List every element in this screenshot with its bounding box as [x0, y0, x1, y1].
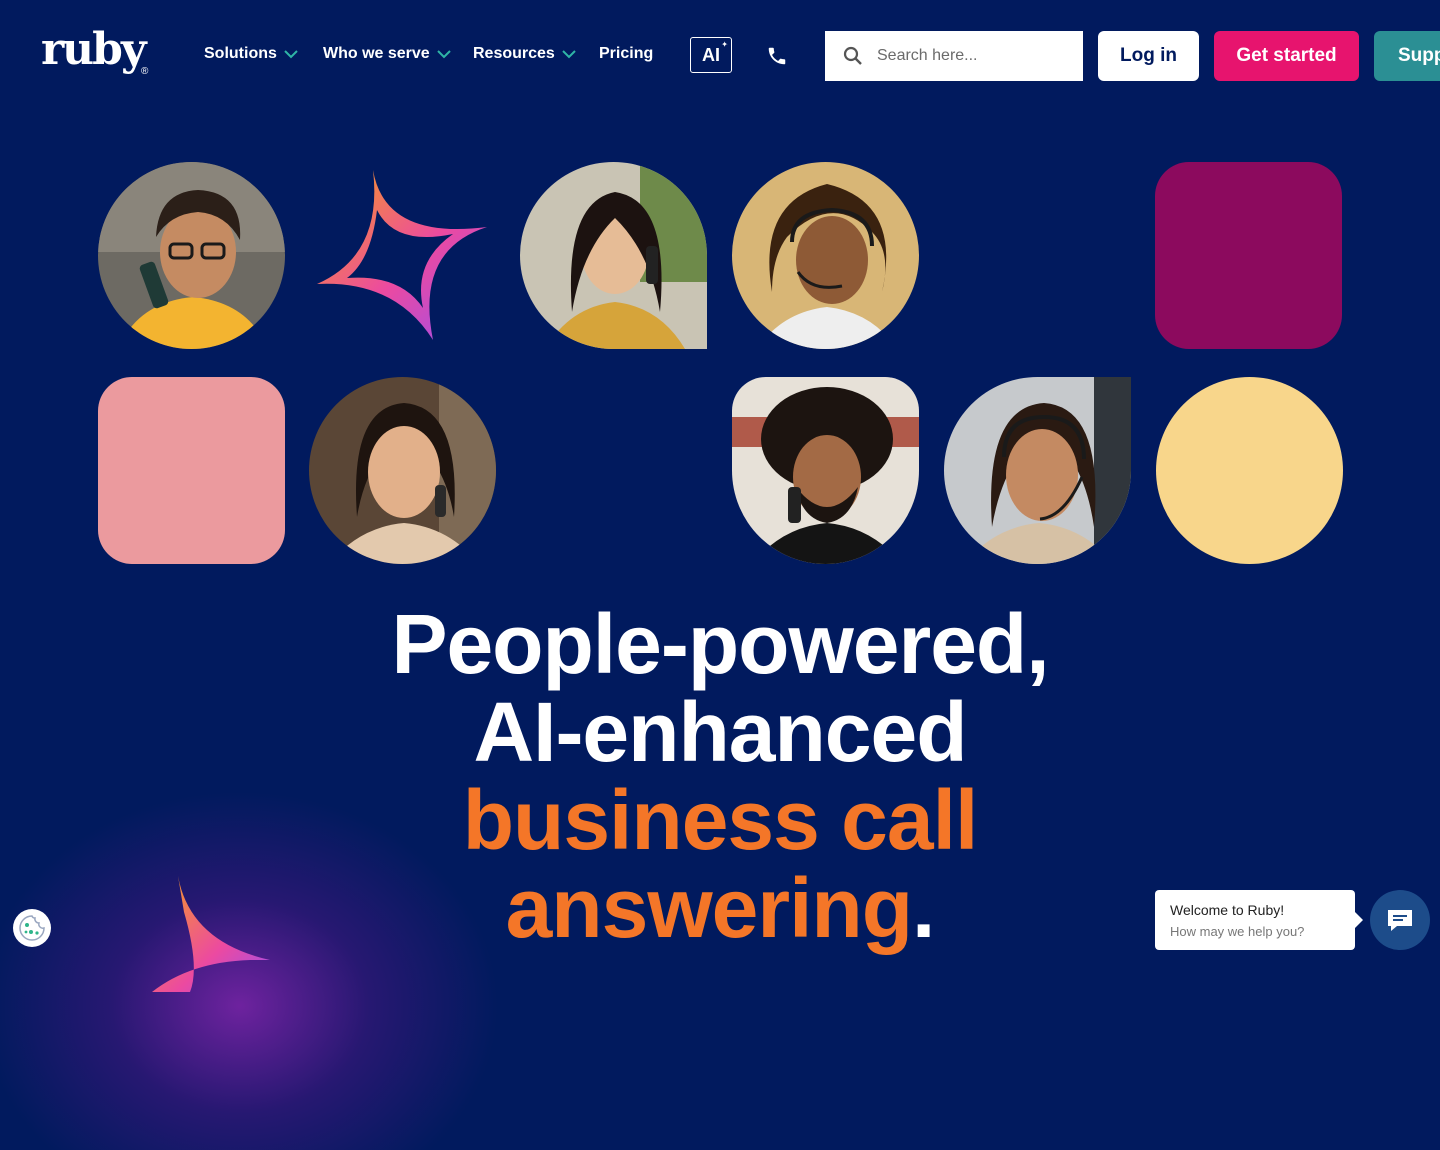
photo-man-curly-hair-phone [732, 377, 919, 564]
nav-pricing[interactable]: Pricing [599, 45, 653, 63]
photo-woman-phone [309, 377, 496, 564]
decorative-circle-yellow [1156, 377, 1343, 564]
support-button[interactable]: Supp [1374, 31, 1440, 81]
portrait-image [944, 377, 1131, 564]
chevron-down-icon [436, 50, 451, 59]
chat-welcome-bubble[interactable]: Welcome to Ruby! How may we help you? [1155, 890, 1363, 950]
cookie-settings-button[interactable] [13, 909, 51, 947]
headline-line-2: AI-enhanced [473, 685, 967, 779]
login-button[interactable]: Log in [1098, 31, 1199, 81]
headline-period: . [912, 861, 935, 955]
search-input[interactable] [875, 46, 1069, 66]
photo-woman-phone-smiling [520, 162, 707, 349]
nav-pricing-label: Pricing [599, 45, 654, 62]
chevron-down-icon [562, 50, 576, 59]
nav-who-we-serve[interactable]: Who we serve [323, 45, 452, 63]
photo-woman-glasses-phone [98, 162, 285, 349]
headline-line-3: business call [462, 773, 979, 867]
site-header: ruby ® Solutions Who we serve Resources … [0, 0, 1440, 112]
nav-resources[interactable]: Resources [473, 45, 577, 63]
decorative-block-pink [98, 377, 285, 564]
portrait-image [732, 162, 919, 349]
headline-line-1: People-powered, [391, 597, 1049, 691]
portrait-image [520, 162, 707, 349]
chat-title: Welcome to Ruby! [1170, 902, 1285, 918]
search-icon [843, 46, 862, 65]
phone-icon[interactable] [766, 45, 788, 67]
registered-mark: ® [141, 66, 149, 77]
nav-solutions[interactable]: Solutions [204, 45, 299, 63]
sparkle-icon: ✦ [721, 40, 728, 49]
ai-button[interactable]: AI ✦ [690, 37, 732, 73]
chat-icon [1388, 910, 1412, 931]
search-box[interactable] [825, 31, 1083, 81]
get-started-button[interactable]: Get started [1214, 31, 1359, 81]
nav-resources-label: Resources [473, 45, 555, 62]
portrait-image [309, 377, 496, 564]
headline-line-4: answering [505, 861, 913, 955]
ai-label: AI [702, 44, 720, 65]
decorative-block-magenta [1155, 162, 1342, 349]
photo-woman-headset-smiling [944, 377, 1131, 564]
ruby-logo[interactable]: ruby [41, 28, 147, 72]
photo-woman-headset [732, 162, 919, 349]
chat-subtitle: How may we help you? [1170, 924, 1305, 939]
nav-who-we-serve-label: Who we serve [323, 45, 430, 62]
portrait-image [732, 377, 919, 564]
cookie-icon [19, 915, 45, 941]
chevron-down-icon [284, 50, 298, 59]
chat-launcher-button[interactable] [1370, 890, 1430, 950]
sparkle-star-icon [317, 170, 487, 340]
portrait-image [98, 162, 285, 349]
nav-solutions-label: Solutions [204, 45, 277, 62]
